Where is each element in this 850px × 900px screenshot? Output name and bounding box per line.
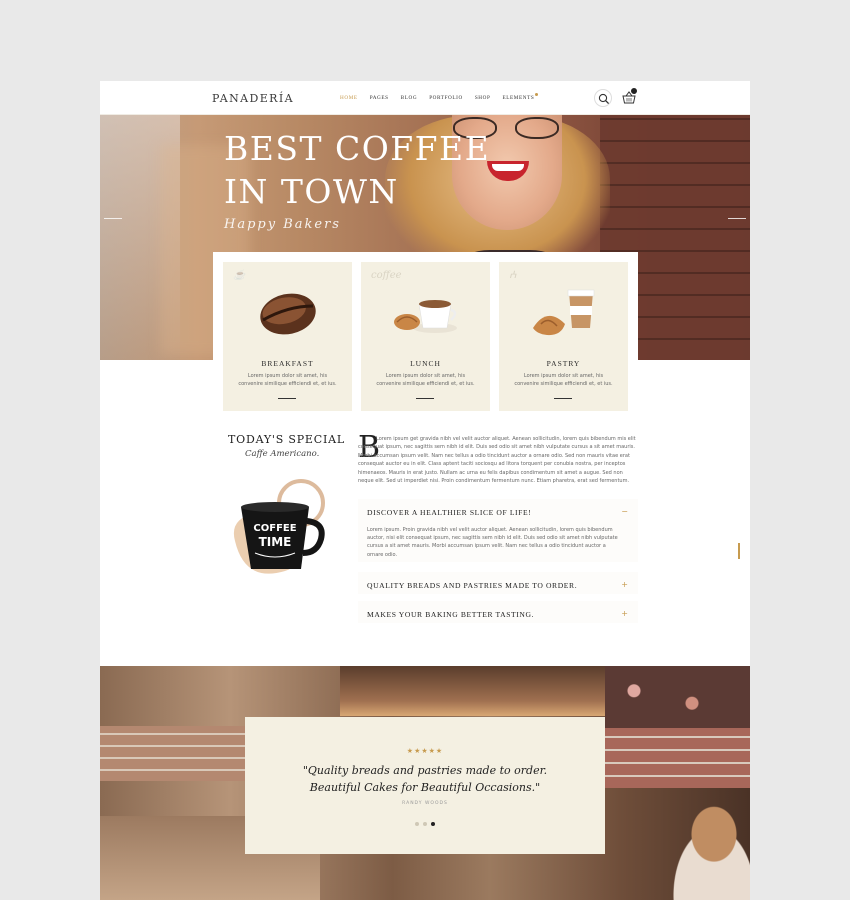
testimonial-author: RANDY WOODS (402, 801, 448, 806)
nav-new-dot (535, 93, 539, 96)
accordion-heading[interactable]: MAKES YOUR BAKING BETTER TASTING. (367, 610, 534, 619)
nav-pages[interactable]: PAGES (370, 95, 389, 101)
search-icon[interactable] (594, 89, 612, 107)
scroll-top-icon[interactable] (738, 543, 740, 559)
site-header: PANADERÍA HOME PAGES BLOG PORTFOLIO SHOP… (100, 81, 750, 115)
slider-prev-arrow[interactable] (104, 218, 122, 219)
special-body-text: Lorem ipsum get gravida nibh vel velit a… (358, 436, 636, 485)
nav-blog[interactable]: BLOG (401, 95, 418, 101)
bg-bakery-shelf (340, 666, 610, 716)
quote-line2: Beautiful Cakes for Beautiful Occasions.… (309, 781, 541, 794)
bg-brick-wall (605, 728, 750, 788)
nav-shop[interactable]: SHOP (475, 95, 491, 101)
hero-title: BEST COFFEE IN TOWN (224, 127, 490, 213)
card-breakfast[interactable]: ☕ BREAKFAST Lorem ipsum dolor sit amet, … (223, 262, 352, 411)
accordion-item[interactable]: MAKES YOUR BAKING BETTER TASTING. + (358, 601, 638, 623)
card-title: BREAKFAST (261, 359, 314, 368)
coffee-bean-icon (260, 293, 316, 335)
slider-next-arrow[interactable] (728, 218, 746, 219)
hero-title-line1: BEST COFFEE (224, 129, 491, 168)
slider-dots (415, 822, 435, 826)
card-watermark: ⵄ (509, 270, 517, 281)
special-subtitle: Caffe Americano. (245, 449, 320, 459)
expand-icon[interactable]: + (621, 580, 628, 589)
hero-title-line2: IN TOWN (224, 172, 399, 211)
card-watermark: ☕ (233, 270, 246, 281)
card-pastry[interactable]: ⵄ PASTRY Lorem ipsum dolor sit amet, his… (499, 262, 628, 411)
croissant-icon (533, 289, 595, 336)
accordion-item[interactable]: QUALITY BREADS AND PASTRIES MADE TO ORDE… (358, 572, 638, 594)
testimonial-quote: "Quality breads and pastries made to ord… (245, 762, 605, 796)
special-title: TODAY'S SPECIAL (228, 433, 345, 446)
card-arrow-icon[interactable] (554, 398, 572, 399)
bg-pastry-tray (605, 666, 750, 728)
slider-dot[interactable] (423, 822, 427, 826)
accordion-body: Lorem ipsum. Proin gravida nibh vel veli… (367, 527, 618, 558)
bg-baker-figure (660, 806, 750, 900)
card-text: Lorem ipsum dolor sit amet, his convenir… (238, 373, 337, 387)
slider-dot-active[interactable] (431, 822, 435, 826)
testimonial-card: ★★★★★ "Quality breads and pastries made … (245, 717, 605, 854)
nav-elements-label: ELEMENTS (502, 95, 535, 101)
card-title: LUNCH (410, 359, 441, 368)
card-arrow-icon[interactable] (278, 398, 296, 399)
coffee-cup-icon (394, 300, 457, 333)
card-title: PASTRY (546, 359, 581, 368)
page: PANADERÍA HOME PAGES BLOG PORTFOLIO SHOP… (100, 81, 750, 900)
rating-stars-icon: ★★★★★ (406, 747, 444, 755)
card-lunch[interactable]: coffee LUNCH Lorem ipsum dolor sit amet,… (361, 262, 490, 411)
slider-dot[interactable] (415, 822, 419, 826)
expand-icon[interactable]: + (621, 609, 628, 618)
main-nav: HOME PAGES BLOG PORTFOLIO SHOP ELEMENTS (340, 93, 539, 101)
mug-text-coffee: COFFEE (253, 523, 296, 534)
nav-elements[interactable]: ELEMENTS (502, 93, 539, 101)
nav-portfolio[interactable]: PORTFOLIO (429, 95, 463, 101)
quote-line1: "Quality breads and pastries made to ord… (302, 764, 548, 777)
card-arrow-icon[interactable] (416, 398, 434, 399)
bg-brick-wall (100, 726, 250, 781)
accordion-item-open[interactable]: DISCOVER A HEALTHIER SLICE OF LIFE! − Lo… (358, 499, 638, 562)
accordion-heading[interactable]: QUALITY BREADS AND PASTRIES MADE TO ORDE… (367, 581, 577, 590)
hero-script-text: Happy Bakers (224, 217, 341, 232)
collapse-icon[interactable]: − (621, 507, 628, 516)
card-watermark: coffee (371, 270, 402, 281)
feature-cards: ☕ BREAKFAST Lorem ipsum dolor sit amet, … (213, 252, 638, 412)
coffee-mug-icon: COFFEE TIME (233, 479, 325, 574)
mug-text-time: TIME (259, 535, 292, 549)
nav-home[interactable]: HOME (340, 95, 358, 101)
card-text: Lorem ipsum dolor sit amet, his convenir… (514, 373, 613, 387)
site-logo[interactable]: PANADERÍA (212, 92, 294, 105)
card-text: Lorem ipsum dolor sit amet, his convenir… (376, 373, 475, 387)
accordion-heading[interactable]: DISCOVER A HEALTHIER SLICE OF LIFE! (367, 508, 531, 517)
cart-count-badge (631, 88, 637, 94)
